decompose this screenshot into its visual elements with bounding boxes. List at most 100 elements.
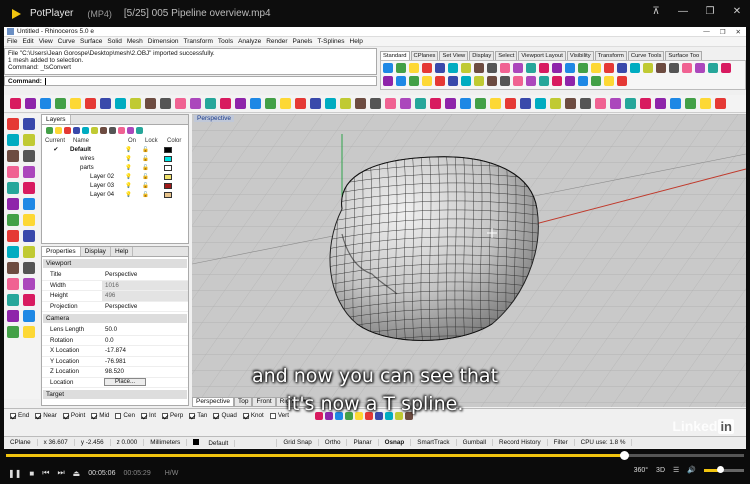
tool-icon[interactable] xyxy=(604,63,614,73)
tool-icon[interactable] xyxy=(500,76,510,86)
menu-help[interactable]: Help xyxy=(350,38,363,45)
tool-icon[interactable] xyxy=(7,294,19,306)
tool-icon[interactable] xyxy=(474,76,484,86)
tab-curve-tools[interactable]: Curve Tools xyxy=(627,51,665,60)
seek-bar[interactable] xyxy=(0,451,750,460)
tool-icon[interactable] xyxy=(520,98,531,109)
tool-icon[interactable] xyxy=(40,98,51,109)
tool-icon[interactable] xyxy=(136,127,143,134)
tool-icon[interactable] xyxy=(617,63,627,73)
tool-icon[interactable] xyxy=(565,76,575,86)
tool-icon[interactable] xyxy=(7,150,19,162)
tool-icon[interactable] xyxy=(669,63,679,73)
layer-on-bulb-icon[interactable]: 💡 xyxy=(125,156,142,162)
speaker-icon[interactable]: 🔊 xyxy=(687,466,696,474)
perspective-viewport[interactable]: Perspective xyxy=(192,114,746,407)
360-toggle[interactable]: 360° xyxy=(634,467,648,474)
layer-on-bulb-icon[interactable]: 💡 xyxy=(125,174,142,180)
tool-icon[interactable] xyxy=(591,63,601,73)
property-value[interactable]: Perspective xyxy=(102,271,188,278)
menu-t-splines[interactable]: T-Splines xyxy=(317,38,344,45)
current-layer-check[interactable]: ✔ xyxy=(42,146,70,153)
tool-icon[interactable] xyxy=(591,76,601,86)
tool-icon[interactable] xyxy=(295,98,306,109)
tool-icon[interactable] xyxy=(400,98,411,109)
tab-viewport-layout[interactable]: Viewport Layout xyxy=(518,51,566,60)
tool-icon[interactable] xyxy=(85,98,96,109)
tool-icon[interactable] xyxy=(109,127,116,134)
tool-icon[interactable] xyxy=(23,246,35,258)
status-units[interactable]: Millimeters xyxy=(144,439,188,446)
tool-icon[interactable] xyxy=(708,63,718,73)
tool-icon[interactable] xyxy=(565,63,575,73)
layer-row[interactable]: Layer 03 💡 🔓 xyxy=(42,181,188,190)
tool-icon[interactable] xyxy=(552,76,562,86)
tool-icon[interactable] xyxy=(383,76,393,86)
tool-icon[interactable] xyxy=(487,63,497,73)
tool-icon[interactable] xyxy=(23,150,35,162)
menu-dimension[interactable]: Dimension xyxy=(148,38,179,45)
stop-icon[interactable]: ■ xyxy=(29,469,34,478)
tool-icon[interactable] xyxy=(617,76,627,86)
menu-mesh[interactable]: Mesh xyxy=(127,38,143,45)
tool-icon[interactable] xyxy=(487,76,497,86)
tool-icon[interactable] xyxy=(340,98,351,109)
tool-icon[interactable] xyxy=(385,98,396,109)
tool-icon[interactable] xyxy=(550,98,561,109)
tool-icon[interactable] xyxy=(23,214,35,226)
tool-icon[interactable] xyxy=(100,127,107,134)
tool-icon[interactable] xyxy=(235,98,246,109)
tool-icon[interactable] xyxy=(115,98,126,109)
tool-icon[interactable] xyxy=(280,98,291,109)
tool-icon[interactable] xyxy=(130,98,141,109)
tool-icon[interactable] xyxy=(7,278,19,290)
tool-icon[interactable] xyxy=(565,98,576,109)
toggle-osnap[interactable]: Osnap xyxy=(379,439,412,446)
minimize-icon[interactable]: — xyxy=(676,6,690,17)
tool-icon[interactable] xyxy=(355,98,366,109)
pin-icon[interactable]: ⊼ xyxy=(649,6,663,17)
tool-icon[interactable] xyxy=(70,98,81,109)
rhino-close-icon[interactable]: ✕ xyxy=(736,28,741,36)
toggle-planar[interactable]: Planar xyxy=(347,439,379,446)
tool-icon[interactable] xyxy=(513,63,523,73)
previous-icon[interactable]: ⏮ xyxy=(42,468,49,478)
menu-render[interactable]: Render xyxy=(266,38,287,45)
rhino-minimize-icon[interactable]: — xyxy=(703,28,710,36)
layer-on-bulb-icon[interactable]: 💡 xyxy=(125,147,142,153)
tool-icon[interactable] xyxy=(100,98,111,109)
tool-icon[interactable] xyxy=(505,98,516,109)
next-icon[interactable]: ⏭ xyxy=(57,468,64,478)
toggle-ortho[interactable]: Ortho xyxy=(319,439,348,446)
tool-icon[interactable] xyxy=(656,63,666,73)
tool-icon[interactable] xyxy=(7,134,19,146)
tab-select[interactable]: Select xyxy=(495,51,518,60)
tool-icon[interactable] xyxy=(409,63,419,73)
tool-icon[interactable] xyxy=(422,63,432,73)
tool-icon[interactable] xyxy=(23,118,35,130)
tool-icon[interactable] xyxy=(630,63,640,73)
tab-display[interactable]: Display xyxy=(81,247,111,256)
tab-surface-too[interactable]: Surface Too xyxy=(665,51,703,60)
command-prompt[interactable]: Command: xyxy=(4,76,377,86)
tool-icon[interactable] xyxy=(7,198,19,210)
tool-icon[interactable] xyxy=(23,182,35,194)
layer-row[interactable]: Layer 04 💡 🔓 xyxy=(42,190,188,199)
layer-lock-icon[interactable]: 🔓 xyxy=(142,156,164,162)
tool-icon[interactable] xyxy=(325,98,336,109)
tool-icon[interactable] xyxy=(23,166,35,178)
property-value[interactable]: 0.0 xyxy=(102,337,188,344)
toggle-filter[interactable]: Filter xyxy=(548,439,575,446)
tool-icon[interactable] xyxy=(23,278,35,290)
tool-icon[interactable] xyxy=(526,63,536,73)
layer-name[interactable]: parts xyxy=(70,164,125,171)
tool-icon[interactable] xyxy=(310,98,321,109)
tool-icon[interactable] xyxy=(535,98,546,109)
tool-icon[interactable] xyxy=(715,98,726,109)
menu-tools[interactable]: Tools xyxy=(218,38,233,45)
tool-icon[interactable] xyxy=(64,127,71,134)
viewport-title[interactable]: Perspective xyxy=(194,115,234,122)
menu-edit[interactable]: Edit xyxy=(22,38,33,45)
layer-lock-icon[interactable]: 🔓 xyxy=(142,165,164,171)
tool-icon[interactable] xyxy=(265,98,276,109)
